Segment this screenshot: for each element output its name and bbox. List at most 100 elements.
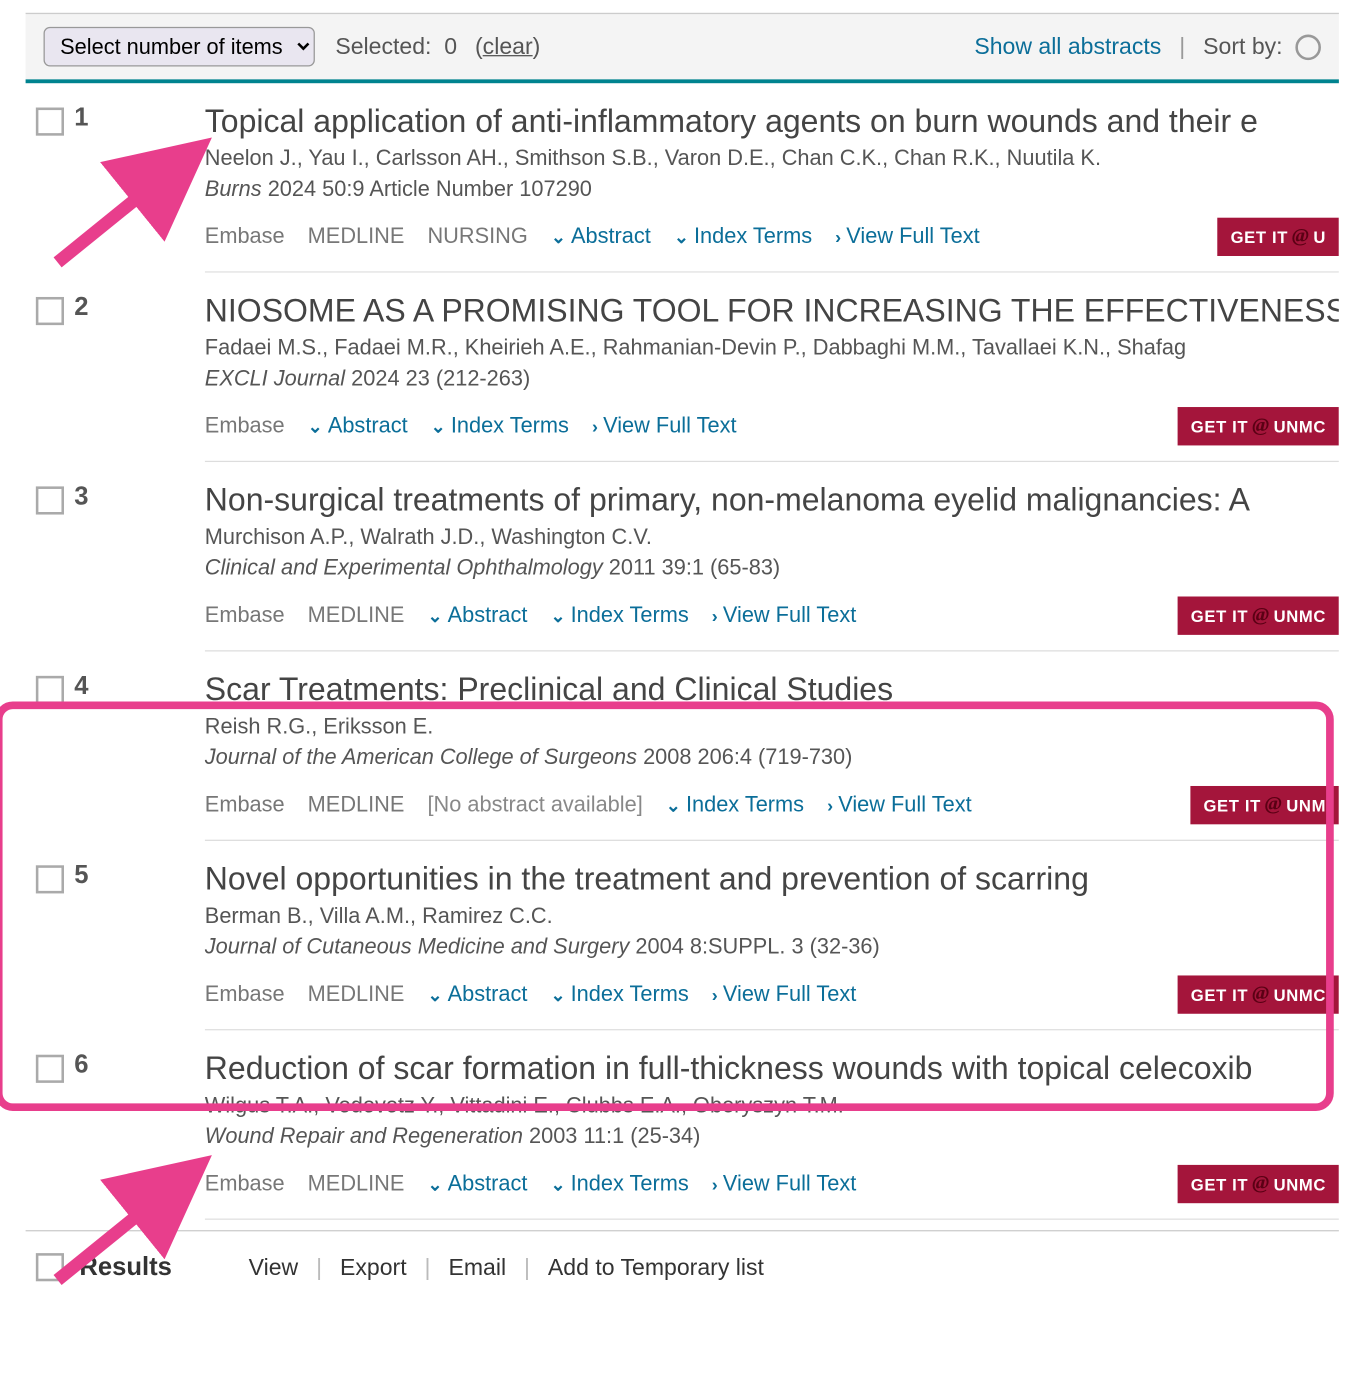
result-row: 5Novel opportunities in the treatment an… [26, 841, 1339, 1030]
result-title[interactable]: Reduction of scar formation in full-thic… [205, 1051, 1339, 1088]
chevron-right-icon: › [712, 1174, 718, 1194]
result-actions: Embase MEDLINE ⌄ Abstract ⌄ Index Terms › Vi… [205, 975, 1339, 1030]
abstract-toggle[interactable]: ⌄ Abstract [427, 603, 527, 629]
footer-view[interactable]: View [249, 1254, 299, 1281]
index-terms-toggle[interactable]: ⌄ Index Terms [674, 224, 812, 250]
get-it-button[interactable]: GET IT @ UNMC [1178, 1165, 1339, 1203]
view-full-text-link[interactable]: › View Full Text [712, 982, 857, 1008]
view-full-text-link[interactable]: › View Full Text [835, 224, 980, 250]
db-badge: Embase [205, 792, 285, 818]
index-terms-toggle[interactable]: ⌄ Index Terms [550, 982, 688, 1008]
result-authors: Reish R.G., Eriksson E. [205, 714, 1339, 740]
index-terms-toggle[interactable]: ⌄ Index Terms [550, 603, 688, 629]
db-badge: Embase [205, 413, 285, 439]
db-badge: Embase [205, 1171, 285, 1197]
view-full-text-link[interactable]: › View Full Text [592, 413, 737, 439]
abstract-toggle[interactable]: ⌄ Abstract [427, 1171, 527, 1197]
chevron-down-icon: ⌄ [427, 984, 442, 1006]
result-actions: EmbaseMEDLINE⌄ Abstract⌄ Index Terms› Vi… [205, 596, 1339, 651]
chevron-down-icon: ⌄ [550, 984, 565, 1006]
result-actions: EmbaseMEDLINE[No abstract available]⌄ In… [205, 786, 1339, 841]
clear-selection[interactable]: (clear) [475, 33, 540, 60]
sort-by-label: Sort by: [1203, 33, 1282, 60]
result-checkbox[interactable] [36, 486, 64, 514]
chevron-down-icon: ⌄ [308, 415, 323, 437]
footer-export[interactable]: Export [340, 1254, 407, 1281]
result-row: 2NIOSOME AS A PROMISING TOOL FOR INCREAS… [26, 273, 1339, 462]
get-it-button[interactable]: GET IT @ UNMC [1178, 596, 1339, 634]
results-list: 1 Topical application of anti-inflammator… [26, 83, 1339, 1220]
chevron-down-icon: ⌄ [666, 794, 681, 816]
get-it-button[interactable]: GET IT @ UNMC [1178, 975, 1339, 1013]
db-badge: NURSING [427, 224, 527, 250]
result-checkbox[interactable] [36, 865, 64, 893]
view-full-text-link[interactable]: › View Full Text [827, 792, 972, 818]
result-source: Burns 2024 50:9 Article Number 107290 [205, 177, 1339, 203]
db-badge: MEDLINE [308, 224, 405, 250]
chevron-right-icon: › [827, 795, 833, 815]
chevron-down-icon: ⌄ [427, 605, 442, 627]
abstract-toggle[interactable]: ⌄ Abstract [551, 224, 651, 250]
index-terms-toggle[interactable]: ⌄ Index Terms [431, 413, 569, 439]
result-actions: Embase MEDLINE ⌄ Abstract ⌄ Index Terms › Vi… [205, 1165, 1339, 1220]
result-authors: Fadaei M.S., Fadaei M.R., Kheirieh A.E.,… [205, 335, 1339, 361]
result-checkbox[interactable] [36, 297, 64, 325]
result-authors: Berman B., Villa A.M., Ramirez C.C. [205, 904, 1339, 930]
view-full-text-link[interactable]: › View Full Text [712, 1171, 857, 1197]
chevron-down-icon: ⌄ [550, 605, 565, 627]
chevron-right-icon: › [712, 605, 718, 625]
chevron-down-icon: ⌄ [431, 415, 446, 437]
view-full-text-link[interactable]: › View Full Text [712, 603, 857, 629]
result-checkbox[interactable] [36, 676, 64, 704]
chevron-down-icon: ⌄ [427, 1173, 442, 1195]
db-badge: Embase [205, 224, 285, 250]
result-row: 6Reduction of scar formation in full-thi… [26, 1030, 1339, 1219]
abstract-toggle[interactable]: ⌄ Abstract [427, 982, 527, 1008]
items-per-page-select[interactable]: Select number of items [44, 27, 315, 67]
selected-label: Selected: 0 [335, 33, 457, 60]
select-all-checkbox[interactable] [36, 1253, 64, 1281]
result-checkbox[interactable] [36, 1055, 64, 1083]
chevron-right-icon: › [712, 984, 718, 1004]
show-all-abstracts[interactable]: Show all abstracts [974, 33, 1161, 60]
abstract-toggle[interactable]: ⌄ Abstract [308, 413, 408, 439]
result-number: 4 [74, 672, 88, 701]
get-it-button[interactable]: GET IT @ U [1218, 218, 1339, 256]
results-toolbar: Select number of items Selected: 0 (clea… [26, 13, 1339, 83]
at-icon: @ [1292, 225, 1310, 248]
footer-email[interactable]: Email [448, 1254, 506, 1281]
db-badge: MEDLINE [308, 603, 405, 629]
at-icon: @ [1252, 415, 1270, 438]
no-abstract-label: [No abstract available] [427, 792, 642, 818]
result-authors: Murchison A.P., Walrath J.D., Washington… [205, 525, 1339, 551]
result-title[interactable]: Topical application of anti-inflammatory… [205, 104, 1339, 141]
db-badge: MEDLINE [308, 1171, 405, 1197]
result-authors: Wilgus T.A., Vodovotz Y., Vittadini E., … [205, 1093, 1339, 1119]
at-icon: @ [1252, 983, 1270, 1006]
result-title[interactable]: Non-surgical treatments of primary, non-… [205, 483, 1339, 520]
chevron-down-icon: ⌄ [550, 1173, 565, 1195]
footer-add-temp[interactable]: Add to Temporary list [548, 1254, 764, 1281]
at-icon: @ [1265, 794, 1283, 817]
result-checkbox[interactable] [36, 108, 64, 136]
sort-radio[interactable] [1295, 34, 1321, 60]
index-terms-toggle[interactable]: ⌄ Index Terms [666, 792, 804, 818]
result-number: 1 [74, 104, 88, 133]
result-title[interactable]: Scar Treatments: Preclinical and Clinica… [205, 672, 1339, 709]
get-it-button[interactable]: GET IT @ UNM [1191, 786, 1339, 824]
result-actions: Embase ⌄ Abstract ⌄ Index Terms › View Full… [205, 407, 1339, 462]
get-it-button[interactable]: GET IT @ UNMC [1178, 407, 1339, 445]
result-title[interactable]: NIOSOME AS A PROMISING TOOL FOR INCREASI… [205, 293, 1339, 330]
result-source: Wound Repair and Regeneration 2003 11:1 … [205, 1124, 1339, 1150]
chevron-down-icon: ⌄ [674, 226, 689, 248]
index-terms-toggle[interactable]: ⌄ Index Terms [550, 1171, 688, 1197]
db-badge: MEDLINE [308, 982, 405, 1008]
result-row: 1 Topical application of anti-inflammator… [26, 83, 1339, 272]
result-source: Journal of Cutaneous Medicine and Surger… [205, 934, 1339, 960]
toolbar-divider: | [1179, 33, 1185, 60]
result-title[interactable]: Novel opportunities in the treatment and… [205, 861, 1339, 898]
db-badge: Embase [205, 982, 285, 1008]
footer-results-label: Results [79, 1252, 171, 1281]
chevron-right-icon: › [592, 416, 598, 436]
result-authors: Neelon J., Yau I., Carlsson AH., Smithso… [205, 146, 1339, 172]
